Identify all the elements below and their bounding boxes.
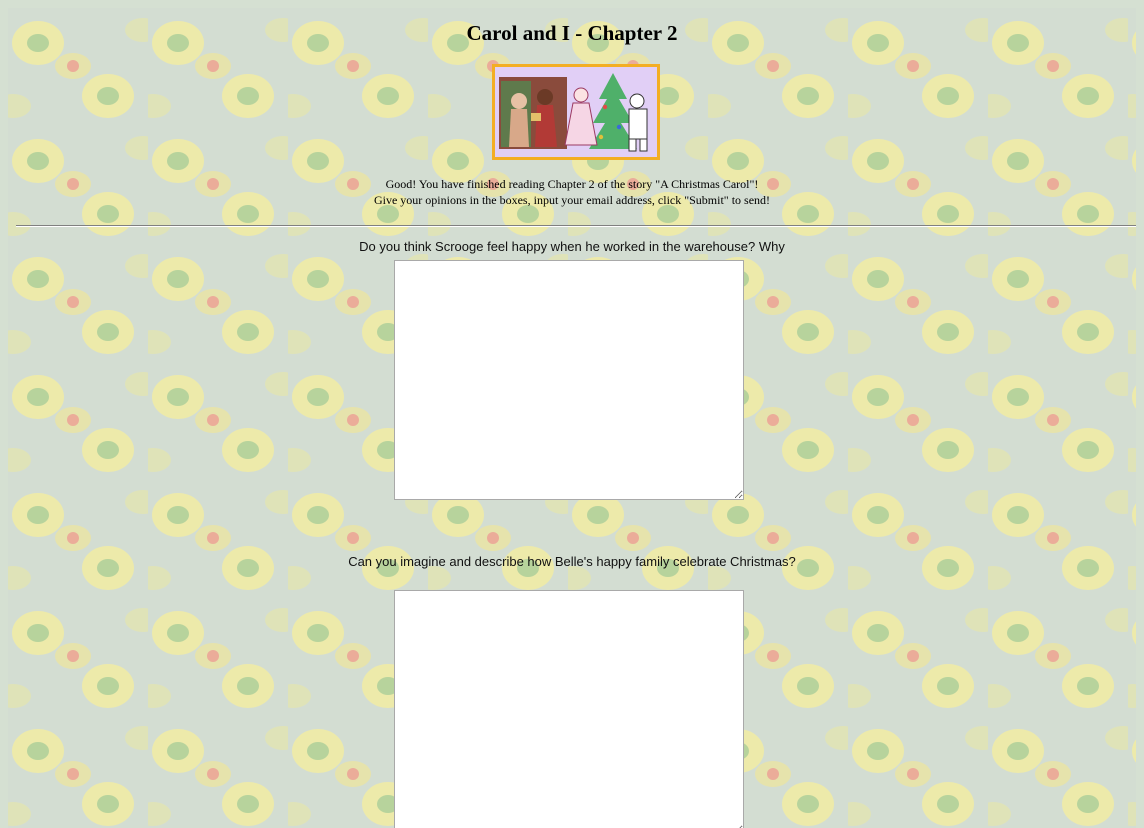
christmas-tree-family-icon xyxy=(495,67,657,157)
question-1-answer-textarea[interactable] xyxy=(394,260,744,500)
question-2-label: Can you imagine and describe how Belle's… xyxy=(348,554,796,569)
christmas-banner-image xyxy=(492,64,660,160)
horizontal-divider xyxy=(16,225,1136,227)
question-2-answer-textarea[interactable] xyxy=(394,590,744,828)
intro-line-1: Good! You have finished reading Chapter … xyxy=(385,177,759,191)
page-title: Carol and I - Chapter 2 xyxy=(466,21,678,45)
intro-line-2: Give your opinions in the boxes, input y… xyxy=(373,193,771,207)
intro-text: Good! You have finished reading Chapter … xyxy=(8,176,1136,208)
page-content: Carol and I - Chapter 2 Good! You have f… xyxy=(8,8,1136,828)
question-1-label: Do you think Scrooge feel happy when he … xyxy=(359,239,785,254)
